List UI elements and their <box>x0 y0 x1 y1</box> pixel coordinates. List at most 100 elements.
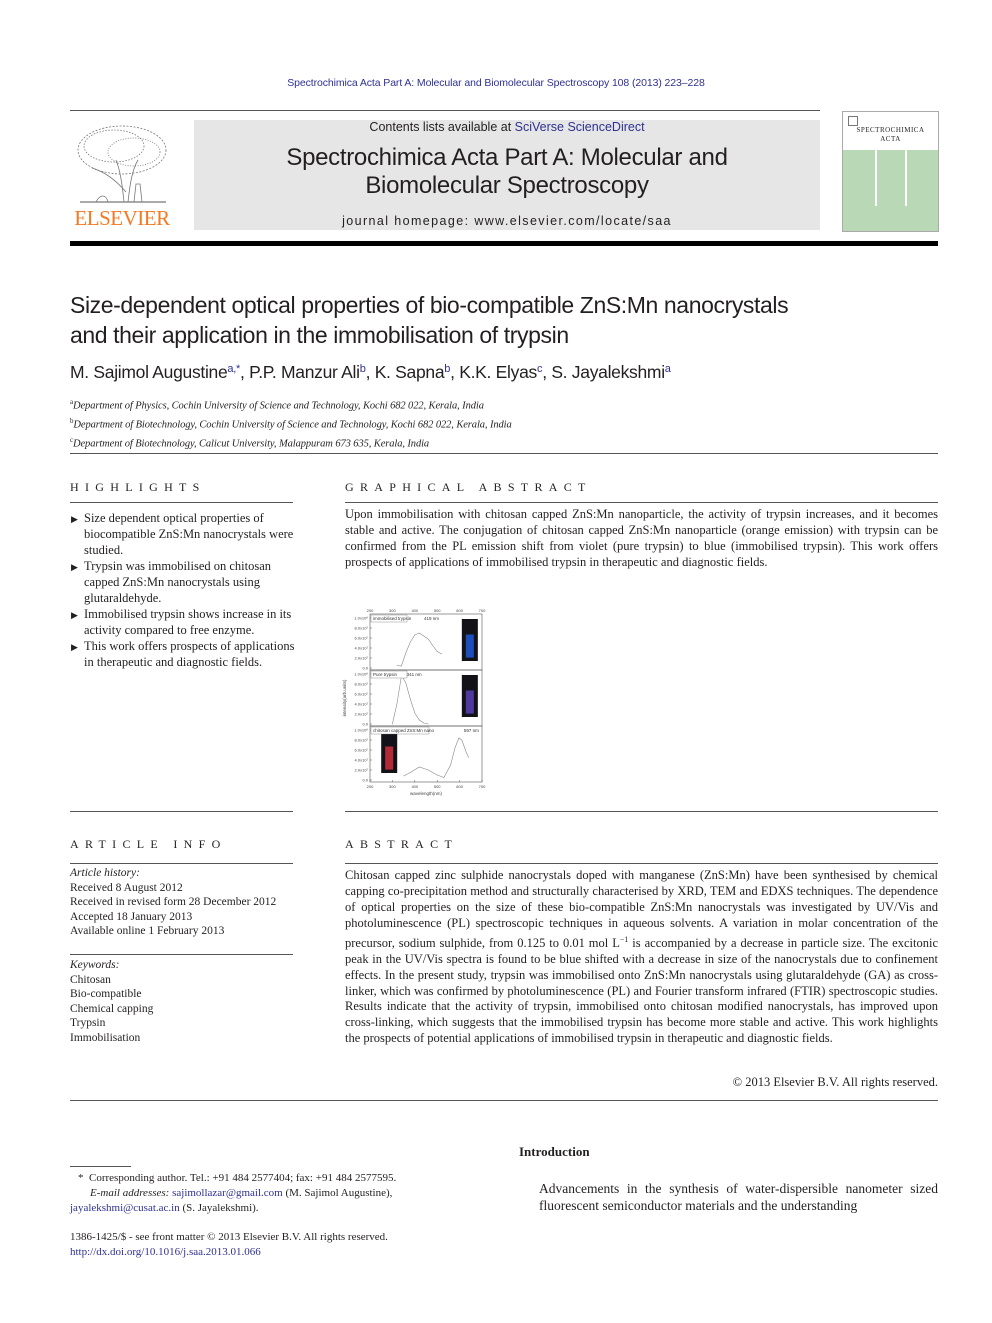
y-tick-label: 0.0 <box>362 722 368 727</box>
spectrum-point <box>392 723 393 725</box>
triangle-bullet-icon: ▶ <box>71 610 78 620</box>
issn-line: 1386-1425/$ - see front matter © 2013 El… <box>70 1231 388 1243</box>
spectrum-point <box>410 772 411 773</box>
contents-prefix: Contents lists available at <box>369 120 515 134</box>
journal-title-line: Biomolecular Spectroscopy <box>365 172 649 199</box>
section-divider <box>70 453 938 454</box>
peak-label: 341 nm <box>407 672 422 677</box>
y-tick-label: 2.0x10⁷ <box>355 712 369 717</box>
y-tick-label: 4.0x10⁷ <box>355 758 369 763</box>
y-tick-label: 6.0x10⁷ <box>355 748 369 753</box>
spectrum-line-3 <box>403 737 469 778</box>
article-info-rule <box>70 863 293 864</box>
history-item: Received in revised form 28 December 201… <box>70 896 277 908</box>
x-tick-label: 200 <box>367 784 374 789</box>
highlight-item: ▶ Size dependent optical properties of bi… <box>70 510 295 558</box>
author-name[interactable]: M. Sajimol Augustine <box>70 362 228 382</box>
author-name[interactable]: P.P. Manzur Ali <box>249 362 360 382</box>
y-tick-label: 8.0x10⁷ <box>355 738 369 743</box>
peak-label: 419 nm <box>424 616 439 621</box>
running-head[interactable]: Spectrochimica Acta Part A: Molecular an… <box>0 77 992 89</box>
y-tick-label: 0.0 <box>362 666 368 671</box>
x-tick-label: 400 <box>411 784 418 789</box>
author-name[interactable]: S. Jayalekshmi <box>551 362 665 382</box>
keyword-item: Trypsin <box>70 1017 106 1029</box>
spectrum-line-1 <box>396 632 442 667</box>
y-tick-label: 1.0x10⁸ <box>354 616 368 621</box>
panel-label: immobilised trypsin <box>373 616 412 621</box>
section-divider <box>70 811 293 812</box>
header-thick-rule <box>70 241 938 246</box>
section-divider <box>345 811 938 812</box>
abstract-text-part: is accompanied by a decrease in particle… <box>345 935 938 1046</box>
author-separator: , <box>542 362 552 382</box>
author-affiliation-mark[interactable]: a <box>665 363 671 375</box>
article-title: Size-dependent optical properties of bio… <box>70 290 930 350</box>
article-history-label: Article history: <box>70 867 140 879</box>
keywords-rule <box>70 954 293 955</box>
y-tick-label: 4.0x10⁷ <box>355 702 369 707</box>
journal-homepage-link[interactable]: journal homepage: www.elsevier.com/locat… <box>194 214 820 228</box>
journal-title[interactable]: Spectrochimica Acta Part A: Molecular an… <box>194 144 820 200</box>
panel-label: chitosan capped ZnS:Mn nano <box>373 728 435 733</box>
spectrum-point <box>436 774 438 776</box>
author-separator: , <box>239 362 250 382</box>
front-matter: 1386-1425/$ - see front matter © 2013 El… <box>70 1230 495 1260</box>
author-affiliation-mark[interactable]: a,* <box>227 363 240 375</box>
cuvette-emission-glow <box>385 746 394 770</box>
journal-cover-thumbnail[interactable]: SPECTROCHIMICA ACTA <box>842 111 939 232</box>
y-tick-label: 2.0x10⁷ <box>355 656 369 661</box>
cover-emblem-icon <box>848 116 858 126</box>
author-separator: , <box>365 362 375 382</box>
graphical-abstract-heading: GRAPHICAL ABSTRACT <box>345 480 592 494</box>
journal-banner: Contents lists available at SciVerse Sci… <box>194 120 820 230</box>
cuvette-emission-glow <box>465 634 474 658</box>
history-item: Received 8 August 2012 <box>70 881 183 894</box>
article-history: Article history: Received 8 August 2012 R… <box>70 866 276 939</box>
x-tick-label: 500 <box>434 784 441 789</box>
panel-label: Pure trypsin <box>373 672 398 677</box>
elsevier-logo[interactable]: ELSEVIER <box>70 118 174 231</box>
author-name[interactable]: K. Sapna <box>375 362 445 382</box>
author-separator: , <box>450 362 460 382</box>
highlight-item: ▶ Immobilised trypsin shows increase in i… <box>70 606 295 638</box>
y-tick-label: 6.0x10⁷ <box>355 692 369 697</box>
spectrum-point <box>432 645 434 646</box>
article-info-heading: ARTICLE INFO <box>70 837 227 851</box>
cover-title-line: ACTA <box>880 135 901 143</box>
corresponding-text: Corresponding author. Tel.: +91 484 2577… <box>89 1172 397 1184</box>
author-name[interactable]: K.K. Elyas <box>459 362 537 382</box>
spectrum-point <box>461 739 463 741</box>
cover-green-panel <box>843 150 938 231</box>
cover-stripe <box>905 150 907 206</box>
highlights-list: ▶ Size dependent optical properties of bi… <box>70 510 295 670</box>
contents-line: Contents lists available at SciVerse Sci… <box>194 120 820 134</box>
spectrum-point <box>423 722 425 724</box>
spectrum-point <box>405 652 407 654</box>
spectrum-point <box>410 698 411 700</box>
affiliation-text: Department of Biotechnology, Calicut Uni… <box>73 438 430 450</box>
triangle-bullet-icon: ▶ <box>71 642 78 652</box>
email-link[interactable]: jayalekshmi@cusat.ac.in <box>70 1202 180 1214</box>
email-link[interactable]: sajimollazar@gmail.com <box>172 1187 283 1199</box>
journal-title-line: Spectrochimica Acta Part A: Molecular an… <box>286 144 728 171</box>
spectrum-point <box>410 641 411 643</box>
x-axis-label: wavelength(nm) <box>410 791 443 796</box>
footnotes: * Corresponding author. Tel.: +91 484 25… <box>70 1171 495 1216</box>
graphical-abstract-figure[interactable]: intensity(arb.units) 0.0 2.0x10⁷ 4.0x10⁷ 6.0… <box>340 606 490 798</box>
author-list: M. Sajimol Augustinea,*, P.P. Manzur Ali… <box>70 362 671 383</box>
abstract-rule <box>345 863 938 864</box>
spectrum-point <box>427 638 429 640</box>
doi-link[interactable]: http://dx.doi.org/10.1016/j.saa.2013.01.… <box>70 1245 495 1260</box>
keyword-item: Bio-compatible <box>70 988 142 1000</box>
x-tick-label: 300 <box>389 784 396 789</box>
y-tick-label: 1.0x10⁸ <box>354 672 368 677</box>
spectrum-point <box>458 737 460 739</box>
affiliation-text: Department of Physics, Cochin University… <box>73 400 484 412</box>
y-tick-label: 0.0 <box>362 778 368 783</box>
highlights-heading: HIGHLIGHTS <box>70 480 206 494</box>
sciencedirect-link[interactable]: SciVerse ScienceDirect <box>515 120 645 134</box>
cover-stripe <box>875 150 877 206</box>
history-item: Available online 1 February 2013 <box>70 925 225 937</box>
spectrum-point <box>423 635 425 637</box>
